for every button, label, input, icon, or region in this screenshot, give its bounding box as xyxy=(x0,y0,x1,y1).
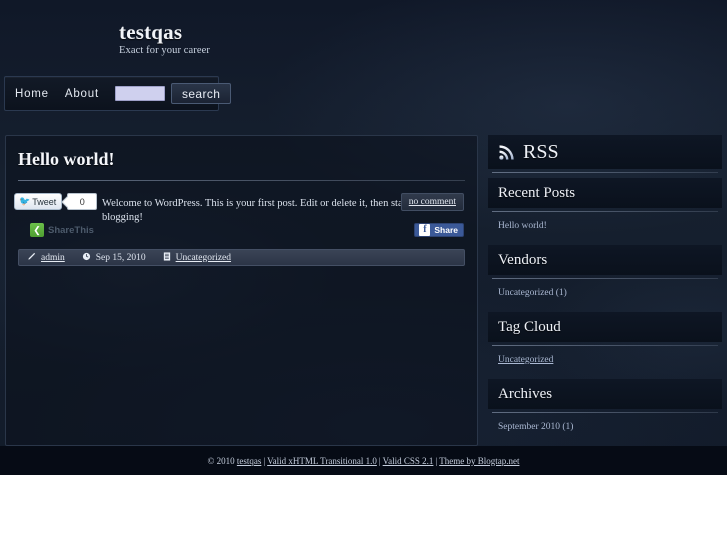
site-title[interactable]: testqas xyxy=(119,20,182,45)
share-icon: ❮ xyxy=(30,223,44,237)
sharethis-label: ShareThis xyxy=(48,224,94,236)
tweet-widget: 🐦 Tweet 0 xyxy=(14,193,98,210)
footer-text: © 2010 testqas | Valid xHTML Transitional … xyxy=(208,456,520,466)
widget-rss-title: RSS xyxy=(488,135,722,169)
widget-tag-cloud-title: Tag Cloud xyxy=(488,312,722,342)
main-area: Hello world! 🐦 Tweet 0 Welcome to WordPr… xyxy=(0,128,727,446)
footer-copyright: © 2010 xyxy=(207,455,237,466)
meta-date-value: Sep 15, 2010 xyxy=(95,252,146,263)
facebook-share-label: Share xyxy=(434,225,458,235)
search-button[interactable]: search xyxy=(170,83,232,104)
widget-vendors: Vendors Uncategorized (1) xyxy=(488,245,722,307)
site-tagline: Exact for your career xyxy=(119,45,211,56)
search-input[interactable] xyxy=(114,86,165,101)
post-title[interactable]: Hello world! xyxy=(18,149,477,170)
widget-vendors-body: Uncategorized (1) xyxy=(488,279,722,307)
post-meta: admin Sep 15, 2010 Uncategorized xyxy=(18,249,465,266)
widget-recent-posts: Recent Posts Hello world! xyxy=(488,178,722,240)
widget-divider xyxy=(492,172,718,173)
footer-link-css[interactable]: Valid CSS 2.1 xyxy=(383,456,434,466)
widget-recent-posts-body: Hello world! xyxy=(488,212,722,240)
tweet-button[interactable]: 🐦 Tweet xyxy=(14,193,63,210)
tweet-count[interactable]: 0 xyxy=(67,193,98,210)
sidebar: RSS Recent Posts Hello world! Vendors Un… xyxy=(488,135,722,446)
footer-separator: | xyxy=(435,455,438,466)
nav-item-home[interactable]: Home xyxy=(15,88,49,100)
meta-author-link[interactable]: admin xyxy=(41,253,65,263)
widget-rss: RSS xyxy=(488,135,722,173)
sharethis-button[interactable]: ❮ ShareThis xyxy=(30,223,94,237)
tag-link[interactable]: Uncategorized xyxy=(498,355,722,365)
widget-recent-posts-title: Recent Posts xyxy=(488,178,722,208)
pencil-icon xyxy=(27,252,36,264)
list-item[interactable]: Uncategorized (1) xyxy=(498,288,722,298)
meta-category: Uncategorized xyxy=(163,251,231,264)
facebook-share-button[interactable]: f Share xyxy=(414,223,464,237)
footer-link-xhtml[interactable]: Valid xHTML Transitional 1.0 xyxy=(267,456,377,466)
nav-item-about[interactable]: About xyxy=(65,88,99,100)
footer: © 2010 testqas | Valid xHTML Transitional … xyxy=(0,446,727,475)
tweet-button-label: Tweet xyxy=(32,196,57,207)
comments-link[interactable]: no comment xyxy=(400,193,464,211)
twitter-bird-icon: 🐦 xyxy=(19,196,31,206)
list-item[interactable]: September 2010 (1) xyxy=(498,422,722,432)
footer-link-theme[interactable]: Theme by Blogtap.net xyxy=(439,456,519,466)
footer-separator: | xyxy=(378,455,381,466)
facebook-f-icon: f xyxy=(419,224,431,236)
post-excerpt: Welcome to WordPress. This is your first… xyxy=(102,198,410,223)
widget-rss-label[interactable]: RSS xyxy=(523,141,559,164)
post-social-row: 🐦 Tweet 0 Welcome to WordPress. This is … xyxy=(6,181,477,249)
main-navigation: Home About search xyxy=(4,76,232,111)
rss-icon[interactable] xyxy=(498,144,515,161)
meta-date: Sep 15, 2010 xyxy=(82,252,146,264)
document-icon xyxy=(163,251,171,264)
widget-archives-title: Archives xyxy=(488,379,722,409)
widget-archives-body: September 2010 (1) xyxy=(488,413,722,441)
site-header: testqas Exact for your career xyxy=(0,0,727,73)
footer-separator: | xyxy=(263,455,266,466)
widget-tag-cloud: Tag Cloud Uncategorized xyxy=(488,312,722,374)
meta-author: admin xyxy=(27,252,65,264)
clock-icon xyxy=(82,252,91,264)
widget-vendors-title: Vendors xyxy=(488,245,722,275)
meta-category-link[interactable]: Uncategorized xyxy=(176,253,231,263)
widget-tag-cloud-body: Uncategorized xyxy=(488,346,722,374)
page-root: testqas Exact for your career Home About… xyxy=(0,0,727,475)
widget-archives: Archives September 2010 (1) xyxy=(488,379,722,441)
footer-site-link[interactable]: testqas xyxy=(237,456,262,466)
list-item[interactable]: Hello world! xyxy=(498,221,722,231)
post-content-panel: Hello world! 🐦 Tweet 0 Welcome to WordPr… xyxy=(5,135,478,446)
